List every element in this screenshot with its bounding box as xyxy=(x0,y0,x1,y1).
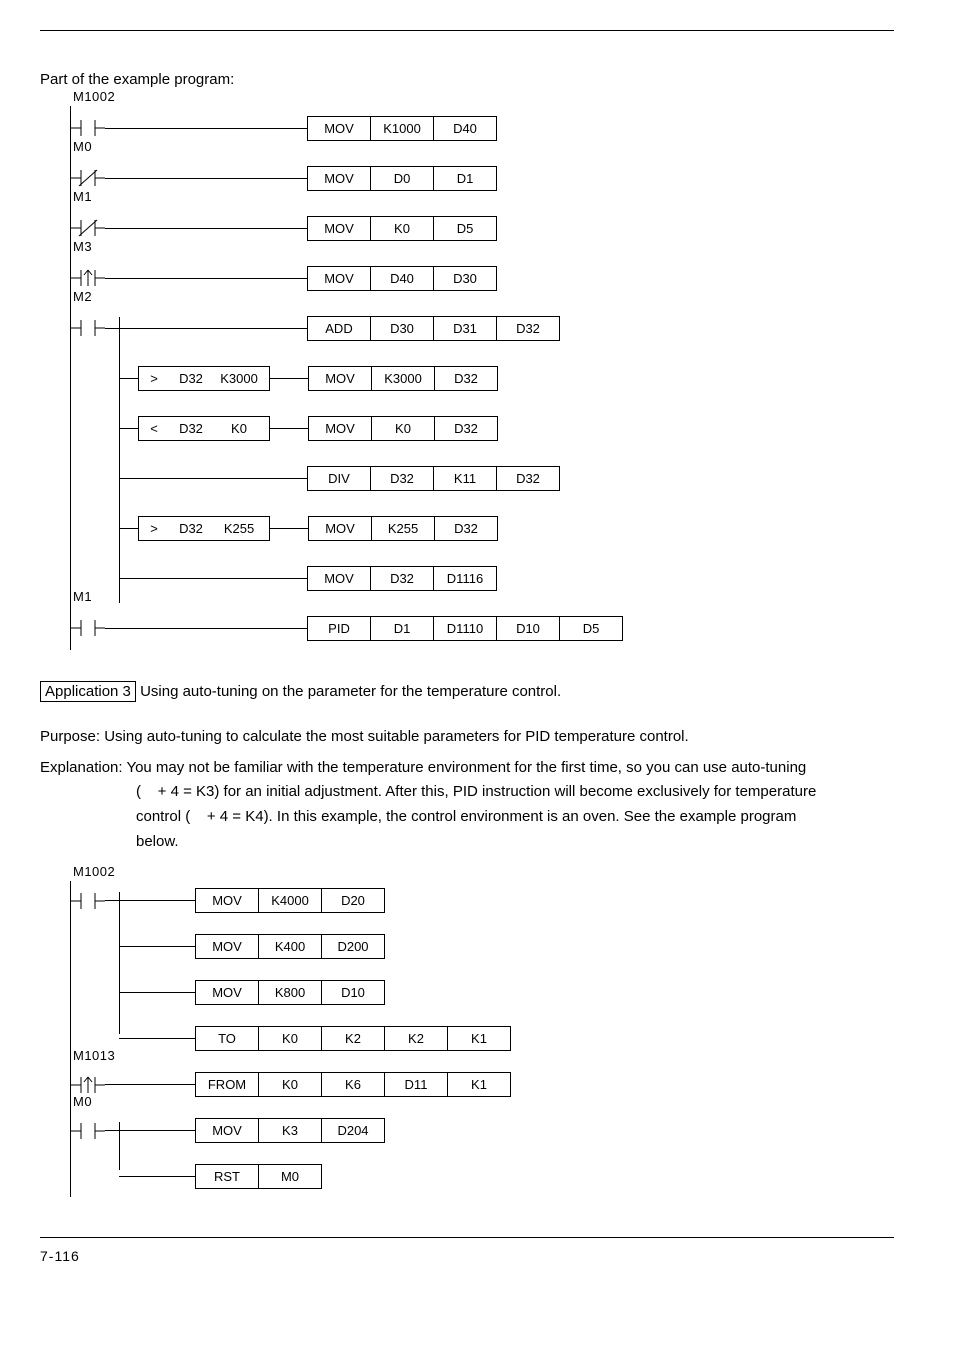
instruction-block: MOV K400 D200 xyxy=(195,934,385,959)
contact-no-icon xyxy=(71,317,105,339)
instruction-block: MOV D0 D1 xyxy=(307,166,497,191)
contact-no-icon xyxy=(71,890,105,912)
contact-label: M2 xyxy=(73,289,92,304)
instruction-block: PID D1 D1110 D10 D5 xyxy=(307,616,623,641)
explanation-body-3: below. xyxy=(136,830,894,855)
compare-block: > D32 K255 xyxy=(138,516,270,541)
instruction-block: TO K0 K2 K2 K1 xyxy=(195,1026,511,1051)
instruction-block: MOV K3 D204 xyxy=(195,1118,385,1143)
contact-label: M0 xyxy=(73,139,92,154)
instruction-block: MOV K0 D5 xyxy=(307,216,497,241)
contact-label: M0 xyxy=(73,1094,92,1109)
page-number: 7-116 xyxy=(40,1248,894,1264)
intro-text: Part of the example program: xyxy=(40,71,894,88)
contact-label: M3 xyxy=(73,239,92,254)
instruction-block: MOV K800 D10 xyxy=(195,980,385,1005)
contact-no-icon xyxy=(71,617,105,639)
instruction-block: FROM K0 K6 D11 K1 xyxy=(195,1072,511,1097)
contact-no-icon xyxy=(71,1120,105,1142)
instruction-block: MOV D40 D30 xyxy=(307,266,497,291)
instruction-block: MOV K3000 D32 xyxy=(308,366,498,391)
application-3-text: Using auto-tuning on the parameter for t… xyxy=(136,683,561,700)
instruction-block: MOV K4000 D20 xyxy=(195,888,385,913)
contact-nc-icon xyxy=(71,167,105,189)
instruction-block: ADD D30 D31 D32 xyxy=(307,316,560,341)
instruction-block: MOV K255 D32 xyxy=(308,516,498,541)
contact-label: M1 xyxy=(73,189,92,204)
contact-label: M1002 xyxy=(73,89,115,104)
contact-pulse-icon xyxy=(71,1074,105,1096)
instruction-block: MOV K0 D32 xyxy=(308,416,498,441)
instruction-block: DIV D32 K11 D32 xyxy=(307,466,560,491)
explanation-body-2: control ( + 4 = K4). In this example, th… xyxy=(136,805,894,830)
explanation-head: Explanation: You may not be familiar wit… xyxy=(40,756,894,781)
compare-block: > D32 K3000 xyxy=(138,366,270,391)
contact-nc-icon xyxy=(71,217,105,239)
purpose-text: Purpose: Using auto-tuning to calculate … xyxy=(40,725,894,750)
ladder-diagram-2: M1002 MOV K4000 D20 MOV K400 D200 xyxy=(70,881,631,1197)
compare-block: < D32 K0 xyxy=(138,416,270,441)
contact-pulse-icon xyxy=(71,267,105,289)
contact-label: M1013 xyxy=(73,1048,115,1063)
ladder-diagram-1: M1002 MOV K1000 D40 M0 MOV D0 xyxy=(70,106,691,650)
instruction-block: MOV D32 D1116 xyxy=(307,566,497,591)
contact-label: M1 xyxy=(73,589,92,604)
contact-no-icon xyxy=(71,117,105,139)
instruction-block: MOV K1000 D40 xyxy=(307,116,497,141)
application-3-box: Application 3 xyxy=(40,681,136,702)
contact-label: M1002 xyxy=(73,864,115,879)
instruction-block: RST M0 xyxy=(195,1164,322,1189)
explanation-body-1: ( + 4 = K3) for an initial adjustment. A… xyxy=(136,780,894,805)
